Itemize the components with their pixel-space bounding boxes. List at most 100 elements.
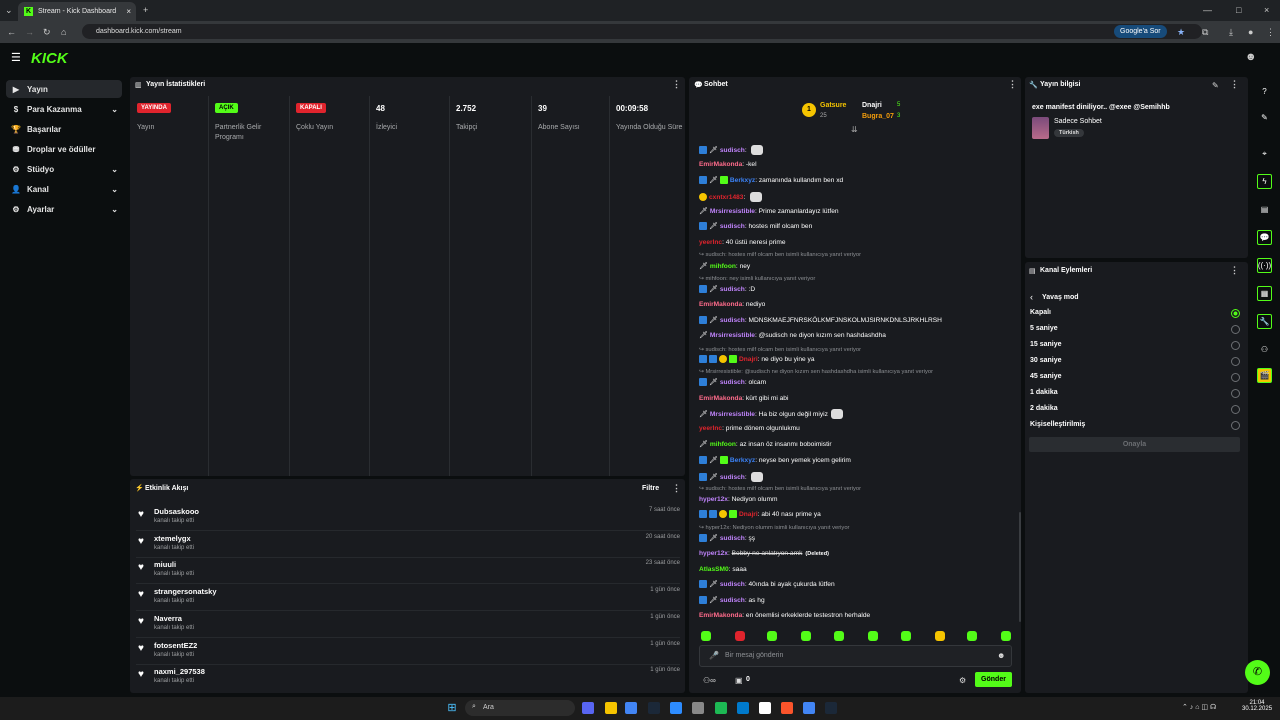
chat-username[interactable]: EmirMakonda xyxy=(699,161,742,168)
chat-message[interactable]: 🗡 sudisch: olcam xyxy=(699,378,766,388)
chat-username[interactable]: sudisch xyxy=(720,474,745,481)
taskbar-search[interactable]: ⌕ Ara xyxy=(465,700,575,716)
users-icon[interactable]: ⚇ xyxy=(1257,342,1272,357)
close-tab-icon[interactable]: × xyxy=(126,7,131,16)
chat-message[interactable]: 🗡 Berkxyz: zamanında kullandım ben xd xyxy=(699,176,843,186)
chat-username[interactable]: sudisch xyxy=(720,286,745,293)
close-window-icon[interactable]: × xyxy=(1264,5,1269,15)
activity-menu-icon[interactable]: ⋮ xyxy=(672,483,681,494)
sidebar-item-4[interactable]: ⛃ Droplar ve ödüller xyxy=(6,140,122,158)
chat-username[interactable]: mihfoon xyxy=(710,441,736,448)
sidebar-item-7[interactable]: ⚙ Ayarlar ⌄ xyxy=(6,200,122,218)
chat-message[interactable]: yeerlnc: prime dönem olgunlukmu xyxy=(699,424,800,434)
chat-username[interactable]: EmirMakonda xyxy=(699,612,742,619)
slow-mode-radio[interactable] xyxy=(1231,405,1240,414)
chat-menu-icon[interactable]: ⋮ xyxy=(1008,79,1017,90)
chat-message[interactable]: hyper12x: Nediyon olumm xyxy=(699,495,777,505)
slow-mode-radio[interactable] xyxy=(1231,373,1240,382)
emote-icon[interactable] xyxy=(834,631,844,641)
reload-icon[interactable]: ↻ xyxy=(43,27,51,37)
chat-message[interactable]: 🗡 mihfoon: az insan öz insanmı boboimisti… xyxy=(699,440,832,450)
chat-username[interactable]: EmirMakonda xyxy=(699,395,742,402)
slow-mode-radio[interactable] xyxy=(1231,421,1240,430)
minimize-icon[interactable]: — xyxy=(1203,5,1212,15)
chat-message[interactable]: 🗡 sudisch: MDNSKMAEJFNRSKÖLKMFJNSKOLMJSIR… xyxy=(699,316,942,326)
kick-logo[interactable]: KICK xyxy=(31,50,68,67)
tab-search-icon[interactable]: ⌄ xyxy=(5,5,13,15)
chat-message[interactable]: 🗡 sudisch: xyxy=(699,472,764,482)
forward-icon[interactable]: → xyxy=(25,27,34,37)
chat-username[interactable]: sudisch xyxy=(720,581,745,588)
slow-mode-radio[interactable] xyxy=(1231,357,1240,366)
notepad-icon[interactable] xyxy=(759,702,771,714)
chat-username[interactable]: Dnajri xyxy=(739,356,758,363)
sidebar-item-6[interactable]: 👤 Kanal ⌄ xyxy=(6,180,122,198)
user-avatar[interactable]: ☻ xyxy=(1245,52,1257,63)
url-input[interactable]: dashboard.kick.com/stream xyxy=(82,24,1202,39)
browser-tab[interactable]: K Stream - Kick Dashboard × xyxy=(18,2,136,21)
bolt-icon[interactable]: ϟ xyxy=(1257,174,1272,189)
slow-mode-option-label[interactable]: 45 saniye xyxy=(1030,373,1062,380)
chat-bubble-icon[interactable]: 💬 xyxy=(1257,230,1272,245)
back-icon[interactable]: ← xyxy=(7,27,16,37)
pencil-icon[interactable]: ✎ xyxy=(1257,110,1272,125)
chat-message[interactable]: cxntxr1483: xyxy=(699,192,763,202)
emoji-icon[interactable]: ☻ xyxy=(997,651,1005,660)
chat-username[interactable]: sudisch xyxy=(720,379,745,386)
layout-icon[interactable]: ▦ xyxy=(1257,286,1272,301)
slow-mode-option-label[interactable]: 30 saniye xyxy=(1030,357,1062,364)
broadcast-icon[interactable]: ((·)) xyxy=(1257,258,1272,273)
file-explorer-icon[interactable] xyxy=(605,702,617,714)
sidebar-item-2[interactable]: $ Para Kazanma ⌄ xyxy=(6,100,122,118)
chat-username[interactable]: cxntxr1483 xyxy=(709,194,743,201)
chat-username[interactable]: hyper12x xyxy=(699,496,728,503)
chat-username[interactable]: mihfoon xyxy=(710,263,736,270)
chat-username[interactable]: AtlasSM0 xyxy=(699,566,729,573)
chat-message[interactable]: 🗡 Mrsirresistible: Prime zamanlardayız lü… xyxy=(699,207,839,217)
emote-icon[interactable] xyxy=(701,631,711,641)
chat-username[interactable]: Mrsirresistible xyxy=(710,208,755,215)
back-arrow-icon[interactable]: ‹ xyxy=(1030,292,1033,302)
maximize-icon[interactable]: □ xyxy=(1236,5,1241,15)
sidebar-item-1[interactable]: ▶ Yayın xyxy=(6,80,122,98)
stream-info-menu-icon[interactable]: ⋮ xyxy=(1230,79,1239,90)
help-icon[interactable]: ? xyxy=(1257,84,1272,99)
extensions-icon[interactable]: ⧉ xyxy=(1202,27,1208,37)
chat-message[interactable]: 🗡 sudisch: hostes milf olcam ben xyxy=(699,222,812,232)
chat-message[interactable]: 🗡 sudisch: :D xyxy=(699,285,755,295)
slow-mode-option-label[interactable]: 1 dakika xyxy=(1030,389,1058,396)
channel-actions-menu-icon[interactable]: ⋮ xyxy=(1230,265,1239,276)
chat-message[interactable]: yeerlnc: 40 üstü neresi prime xyxy=(699,238,786,248)
brave-icon[interactable] xyxy=(781,702,793,714)
bookmark-star-icon[interactable]: ★ xyxy=(1177,27,1185,37)
clipboard-icon[interactable]: ▤ xyxy=(1257,202,1272,217)
chat-username[interactable]: sudisch xyxy=(720,597,745,604)
tray-icons[interactable]: ⌃ ♪ ⌂ ◫ ☊ xyxy=(1182,703,1216,711)
chat-username[interactable]: Mrsirresistible xyxy=(710,411,755,418)
people-icon[interactable]: ⚇∞ xyxy=(703,676,716,685)
target-icon[interactable]: ⌖ xyxy=(1257,146,1272,161)
emote-icon[interactable] xyxy=(735,631,745,641)
hamburger-menu-icon[interactable]: ☰ xyxy=(11,53,21,64)
chrome-icon[interactable] xyxy=(625,702,637,714)
leader2-name[interactable]: Dnajri xyxy=(862,102,882,109)
chat-message[interactable]: 🗡 sudisch: 40ında bi ayak çukurda lütfen xyxy=(699,580,835,590)
wrench-icon[interactable]: 🔧 xyxy=(1257,314,1272,329)
clapper-icon[interactable]: 🎬 xyxy=(1257,368,1272,383)
emote-icon[interactable] xyxy=(767,631,777,641)
slow-mode-option-label[interactable]: 15 saniye xyxy=(1030,341,1062,348)
chat-message[interactable]: 🗡 mihfoon: ney xyxy=(699,262,750,272)
clock[interactable]: 21:04 30.12.2025 xyxy=(1242,700,1272,712)
category-name[interactable]: Sadece Sohbet xyxy=(1054,118,1102,125)
home-icon[interactable]: ⌂ xyxy=(61,27,66,37)
chat-username[interactable]: yeerlnc xyxy=(699,239,722,246)
confirm-button[interactable]: Onayla xyxy=(1029,437,1240,452)
browser-menu-icon[interactable]: ⋮ xyxy=(1266,27,1275,37)
emote-icon[interactable] xyxy=(1001,631,1011,641)
steam-icon[interactable] xyxy=(648,702,660,714)
profile-avatar[interactable]: ● xyxy=(1248,27,1253,37)
chat-username[interactable]: Berkxyz xyxy=(730,457,755,464)
chat-message[interactable]: 🗡 sudisch: şş xyxy=(699,534,755,544)
support-chat-button[interactable]: ✆ xyxy=(1245,660,1270,685)
emote-icon[interactable] xyxy=(935,631,945,641)
